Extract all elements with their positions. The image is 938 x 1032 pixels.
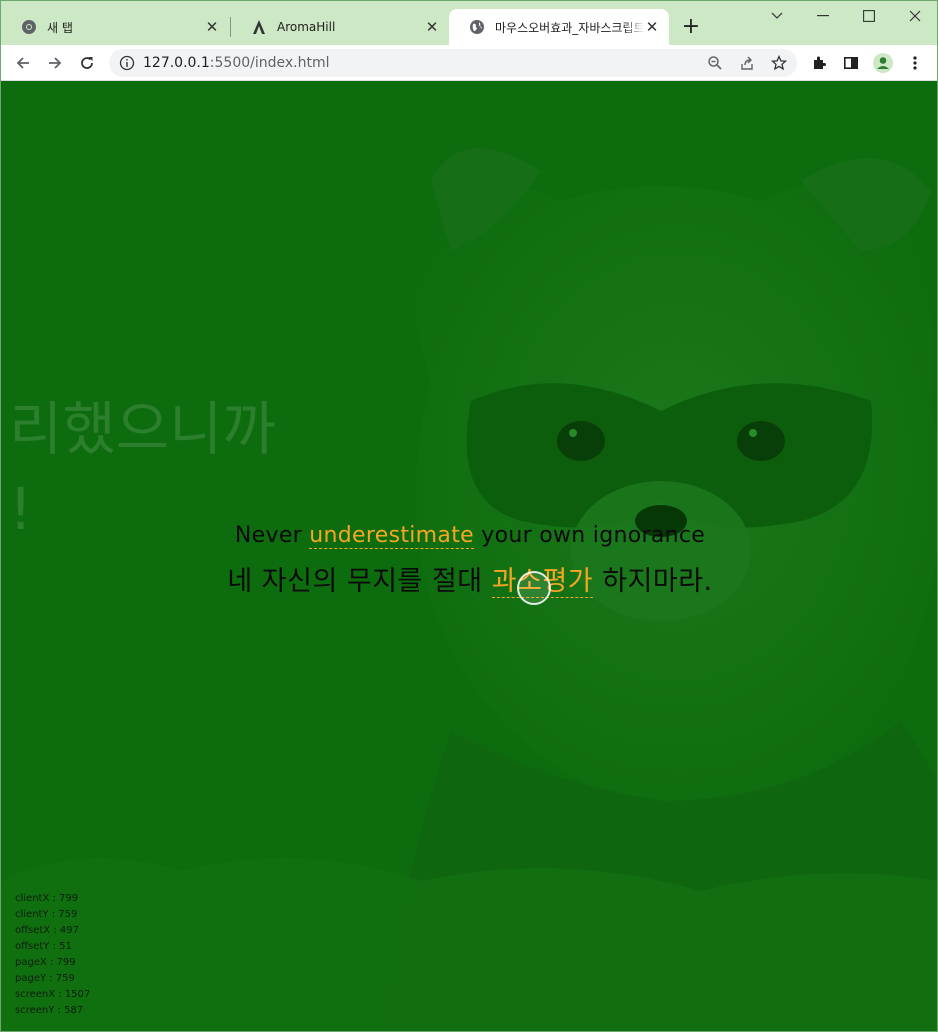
minimize-icon[interactable] [809,5,837,27]
menu-icon[interactable] [903,51,927,75]
address-bar[interactable]: 127.0.0.1:5500/index.html [109,49,797,77]
close-tab-icon[interactable]: ✕ [643,18,661,36]
tab-title: 마우스오버효과_자바스크립트 [495,20,645,35]
browser-toolbar: 127.0.0.1:5500/index.html [1,45,937,81]
highlight-word-en[interactable]: underestimate [309,523,474,549]
page-content: 리했으니까! Never underestimate your own igno… [1,81,937,1031]
profile-avatar-icon[interactable] [871,51,895,75]
site-info-icon[interactable] [119,55,135,71]
bookmark-star-icon[interactable] [769,53,789,73]
coord-page-x: pageX : 799 [15,957,76,968]
raccoon-background-image [1,148,937,1031]
chrome-icon [21,19,37,35]
new-tab-button[interactable]: + [679,15,703,39]
aroma-logo-icon [251,19,267,35]
reload-icon[interactable] [73,49,101,77]
forward-icon[interactable] [41,49,69,77]
coord-screen-x: screenX : 1507 [15,989,91,1000]
share-icon[interactable] [737,53,757,73]
url-text: 127.0.0.1:5500/index.html [143,55,330,71]
close-tab-icon[interactable]: ✕ [423,18,441,36]
coord-client-x: clientX : 799 [15,893,79,904]
coord-client-y: clientY : 759 [15,909,78,920]
coord-offset-y: offsetY : 51 [15,941,72,952]
globe-icon [469,19,485,35]
side-panel-icon[interactable] [839,51,863,75]
tab-title: 새 탭 [47,20,73,35]
quote-korean: 네 자신의 무지를 절대 과소평가 하지마라. [227,566,713,598]
tab-search-icon[interactable] [763,5,791,27]
quote-english: Never underestimate your own ignorance [234,523,706,549]
maximize-icon[interactable] [855,5,883,27]
tab-title: AromaHill [277,20,336,34]
coord-page-y: pageY : 759 [15,973,75,984]
mouse-follower-circle [517,571,551,605]
tab-aromahill[interactable]: AromaHill ✕ [231,9,449,45]
browser-window: 새 탭 ✕ AromaHill ✕ 마우스오버효과_자바스크립트 ✕ + 127… [0,0,938,1032]
close-window-icon[interactable] [901,5,929,27]
close-tab-icon[interactable]: ✕ [203,18,221,36]
coord-offset-x: offsetX : 497 [15,925,79,936]
zoom-icon[interactable] [705,53,725,73]
coord-screen-y: screenY : 587 [15,1005,84,1016]
back-icon[interactable] [9,49,37,77]
extensions-icon[interactable] [807,51,831,75]
tab-new-tab[interactable]: 새 탭 ✕ [1,9,229,45]
tab-strip: 새 탭 ✕ AromaHill ✕ 마우스오버효과_자바스크립트 ✕ + [1,1,937,45]
tab-active[interactable]: 마우스오버효과_자바스크립트 ✕ [449,9,669,45]
mouse-coordinates-panel: clientX : 799 clientY : 759 offsetX : 49… [15,891,90,1019]
